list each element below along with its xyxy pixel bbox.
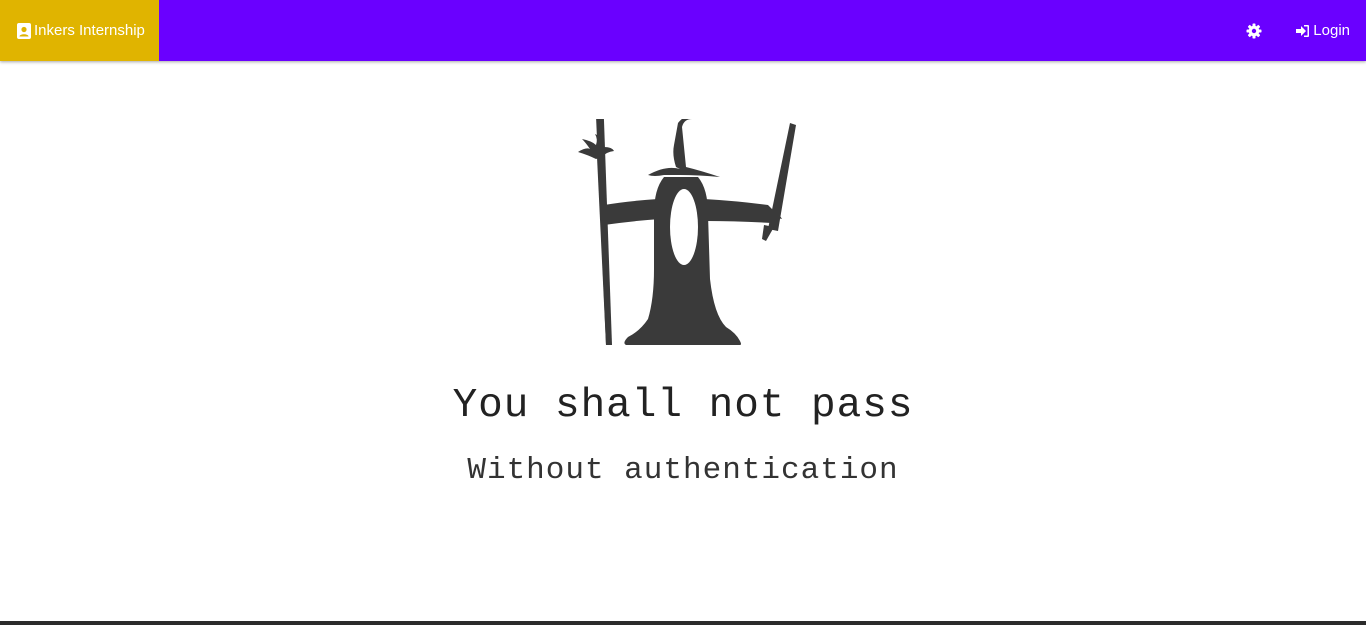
brand-label: Inkers Internship [34,22,145,39]
navbar-right: Login [1246,0,1366,61]
page-subheadline: Without authentication [467,453,899,488]
contact-card-icon [17,22,31,39]
main-content: You shall not pass Without authenticatio… [0,61,1366,621]
page-headline: You shall not pass [452,383,914,429]
wizard-illustration [578,119,796,345]
gear-icon [1246,23,1262,38]
sign-in-icon [1296,24,1310,37]
brand-link[interactable]: Inkers Internship [0,0,159,61]
login-link[interactable]: Login [1296,22,1350,39]
login-label: Login [1313,22,1350,39]
top-navbar: Inkers Internship Login [0,0,1366,61]
bottom-edge [0,621,1366,625]
settings-button[interactable] [1246,23,1262,39]
